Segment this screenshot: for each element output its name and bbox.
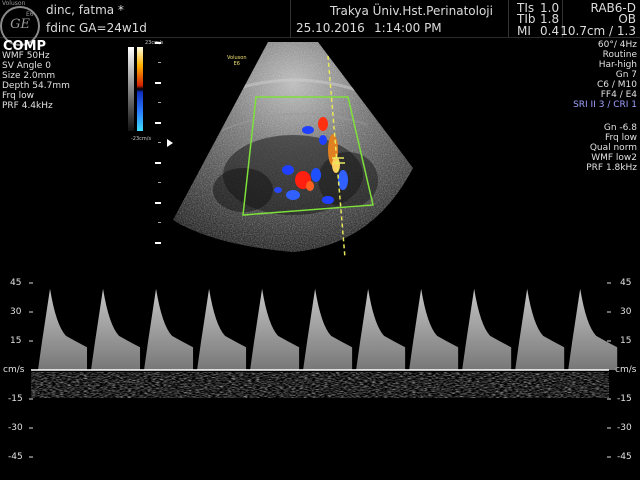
param-sv-angle: SV Angle 0 [2, 61, 51, 71]
spectral-doppler-trace [29, 282, 618, 458]
exam-time: 1:14:00 PM [374, 21, 442, 35]
param-doppler-wmf: WMF low2 [591, 153, 637, 163]
param-quality: Qual norm [589, 143, 637, 153]
waveform-group [38, 288, 618, 370]
brand-model: E6 [26, 11, 34, 18]
mi-value: 0.4 [540, 24, 560, 38]
ultrasound-sector-image [173, 42, 413, 259]
waveform-cycle [303, 288, 353, 370]
header-divider [508, 0, 509, 37]
waveform-cycle [568, 288, 618, 370]
brand-label: Voluson [2, 0, 26, 7]
depth-frequency: 10.7cm / 1.3 [560, 24, 636, 38]
header-divider [290, 0, 291, 37]
param-doppler-frq: Frq low [604, 133, 637, 143]
waveform-cycle [38, 288, 88, 370]
param-harmonic: Har-high [598, 60, 637, 70]
waveform-cycle [144, 288, 194, 370]
waveform-cycle [409, 288, 459, 370]
spectral-noise-band [31, 372, 609, 398]
gray-scale-bar [128, 47, 134, 131]
param-gain: Gn 7 [615, 70, 637, 80]
logo-text: GE [10, 17, 30, 32]
param-depth: Depth 54.7mm [2, 81, 70, 91]
institution-name: Trakya Üniv.Hst.Perinatoloji [330, 4, 493, 18]
right-param-list: 60°/ 4Hz Routine Har-high Gn 7 C6 / M10 … [573, 40, 637, 110]
image-brand-overlay: Voluson E6 [227, 55, 246, 67]
color-velocity-bar [137, 47, 143, 131]
param-doppler-prf: PRF 1.8kHz [586, 163, 637, 173]
exam-date: 25.10.2016 [296, 21, 365, 35]
doppler-param-list: Gn -6.8 Frq low Qual norm WMF low2 PRF 1… [586, 123, 637, 173]
waveform-cycle [356, 288, 406, 370]
param-doppler-gain: Gn -6.8 [603, 123, 637, 133]
waveform-cycle [91, 288, 141, 370]
overlay-model: E6 [233, 61, 240, 67]
left-param-list: WMF 50Hz SV Angle 0 Size 2.0mm Depth 54.… [2, 51, 70, 111]
waveform-cycle [197, 288, 247, 370]
param-c-m: C6 / M10 [597, 80, 637, 90]
param-ff-e: FF4 / E4 [600, 90, 637, 100]
colorbar-bottom-label: -23cm/s [131, 136, 152, 142]
param-sri: SRI II 3 / CRI 1 [573, 100, 637, 110]
depth-scale [155, 42, 161, 244]
patient-name: dinc, fatma * [46, 3, 124, 17]
param-routine: Routine [602, 50, 637, 60]
mi-label: MI [517, 24, 531, 38]
patient-id: fdinc [46, 21, 76, 35]
gestational-age: GA=24w1d [79, 21, 147, 35]
param-size: Size 2.0mm [2, 71, 56, 81]
param-wmf: WMF 50Hz [2, 51, 50, 61]
param-frq: Frq low [2, 91, 35, 101]
param-angle: 60°/ 4Hz [597, 40, 637, 50]
waveform-cycle [515, 288, 565, 370]
waveform-cycle [250, 288, 300, 370]
waveform-cycle [462, 288, 512, 370]
param-prf: PRF 4.4kHz [2, 101, 53, 111]
